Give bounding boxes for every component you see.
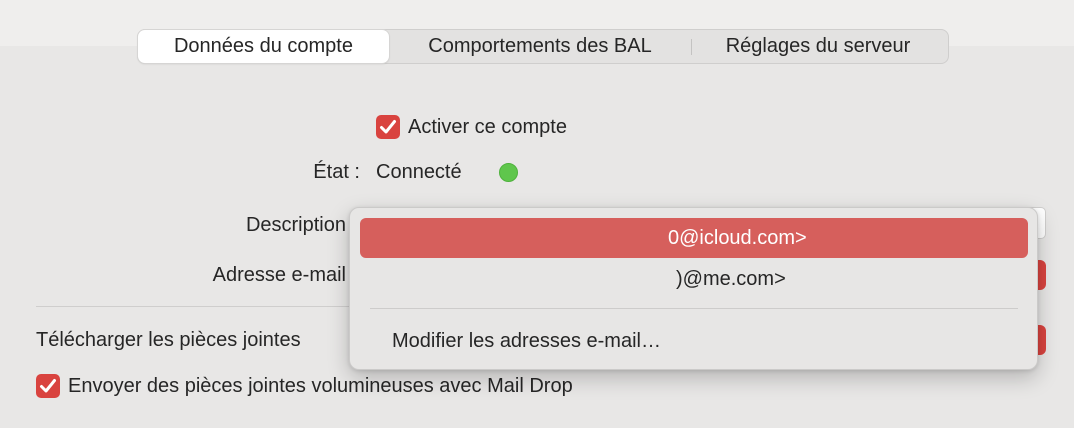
maildrop-label: Envoyer des pièces jointes volumineuses … <box>68 375 573 397</box>
tab-separator <box>691 39 692 55</box>
menu-item-me-address[interactable]: )@me.com> <box>360 259 1028 299</box>
menu-separator <box>370 308 1018 309</box>
state-label: État : <box>313 161 360 183</box>
enable-account-checkbox[interactable] <box>376 115 400 139</box>
tab-bar: Données du compte Comportements des BAL … <box>137 29 949 64</box>
description-label: Description <box>245 214 346 236</box>
menu-item-icloud-address[interactable]: 0@icloud.com> <box>360 218 1028 258</box>
tab-account-info[interactable]: Données du compte <box>138 30 389 63</box>
download-attachments-label: Télécharger les pièces jointes <box>36 329 301 351</box>
tab-mailbox-behaviors[interactable]: Comportements des BAL <box>395 30 685 63</box>
checkmark-icon <box>380 120 396 134</box>
menu-item-label: Modifier les adresses e-mail… <box>392 330 661 352</box>
maildrop-checkbox[interactable] <box>36 374 60 398</box>
status-indicator <box>499 163 518 182</box>
email-address-menu: 0@icloud.com> )@me.com> Modifier les adr… <box>349 207 1038 370</box>
section-divider <box>36 306 356 307</box>
state-value: Connecté <box>376 161 462 183</box>
menu-item-edit-addresses[interactable]: Modifier les adresses e-mail… <box>360 321 1028 361</box>
enable-account-label: Activer ce compte <box>408 116 567 138</box>
tab-server-settings[interactable]: Réglages du serveur <box>696 30 940 63</box>
email-label: Adresse e-mail <box>212 264 346 286</box>
menu-item-label: )@me.com> <box>676 268 786 290</box>
menu-item-label: 0@icloud.com> <box>668 227 807 249</box>
checkmark-icon <box>40 379 56 393</box>
